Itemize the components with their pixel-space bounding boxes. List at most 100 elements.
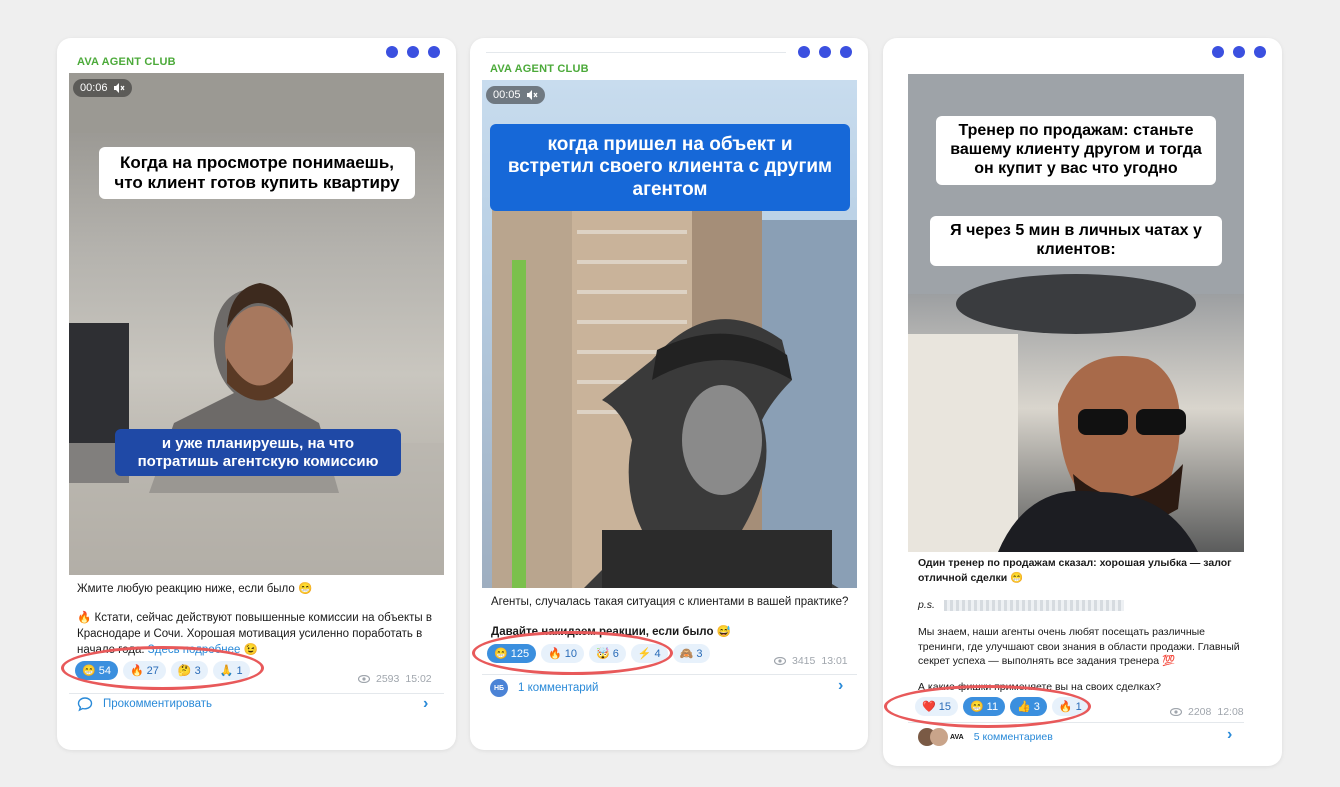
eye-icon <box>1170 708 1182 716</box>
reaction-emoji: ⚡ <box>637 648 652 660</box>
view-count: 2593 <box>376 673 400 685</box>
details-link[interactable]: Здесь подробнее <box>148 644 241 656</box>
channel-name: AVA AGENT CLUB <box>77 56 176 68</box>
video-caption-top: Когда на просмотре понимаешь, что клиент… <box>99 147 415 200</box>
mute-icon[interactable] <box>113 82 125 94</box>
video-time-label: 00:06 <box>80 82 108 94</box>
reaction-chip[interactable]: 😁 54 <box>75 661 118 680</box>
reaction-emoji: 🙈 <box>679 648 694 660</box>
post-time: 13:01 <box>821 655 848 667</box>
post-time: 12:08 <box>1217 706 1244 718</box>
reaction-count: 1 <box>1075 700 1082 713</box>
reaction-emoji: 🔥 <box>1058 701 1073 713</box>
divider <box>69 693 444 694</box>
reactions-bar: 😁 125 🔥 10 🤯 6 ⚡ 4 🙈 3 <box>487 644 710 663</box>
reaction-count: 3 <box>194 664 201 677</box>
reaction-emoji: 🔥 <box>548 648 562 660</box>
reaction-emoji: 🤯 <box>596 648 610 660</box>
video-timer: 00:05 <box>486 86 545 104</box>
window-dots <box>1212 46 1266 58</box>
avatar-stack: AVA <box>918 728 964 746</box>
reaction-emoji: 😁 <box>82 665 96 677</box>
video-preview[interactable]: Тренер по продажам: станьте вашему клиен… <box>908 74 1244 552</box>
reaction-emoji: ❤️ <box>922 701 936 713</box>
reaction-count: 125 <box>510 647 530 660</box>
footer-label: 1 комментарий <box>518 682 599 694</box>
post-text-line1: Жмите любую реакцию ниже, если было 😁 <box>77 583 313 595</box>
reactions-bar: ❤️ 15 😁 11 👍 3 🔥 1 <box>915 697 1089 716</box>
channel-name: AVA AGENT CLUB <box>490 63 589 75</box>
comments-link[interactable]: НБ 1 комментарий <box>490 679 598 697</box>
view-count: 2208 <box>1188 706 1212 718</box>
reaction-emoji: 🔥 <box>129 665 144 677</box>
reaction-chip[interactable]: 😁 125 <box>487 644 537 663</box>
post-card-2: AVA AGENT CLUB 00:05 когда пришел на объ… <box>470 38 868 750</box>
video-time-label: 00:05 <box>493 89 521 101</box>
eye-icon <box>774 657 786 665</box>
reactions-bar: 😁 54 🔥 27 🤔 3 🙏 1 <box>75 661 250 680</box>
footer-label: Прокомментировать <box>103 698 213 710</box>
video-preview[interactable]: 00:06 Когда на просмотре понимаешь, что … <box>69 73 444 575</box>
wink-emoji: 😉 <box>243 644 258 657</box>
reaction-chip[interactable]: 🙈 3 <box>672 644 710 663</box>
post-meta: 2593 15:02 <box>358 673 432 685</box>
video-caption-bottom: и уже планируешь, на что потратишь агент… <box>115 429 401 477</box>
window-dots <box>798 46 852 58</box>
post-meta: 3415 13:01 <box>774 655 848 667</box>
reaction-count: 3 <box>696 647 703 660</box>
reaction-emoji: 😁 <box>494 648 508 660</box>
reaction-count: 1 <box>236 664 243 677</box>
view-count: 3415 <box>792 655 816 667</box>
post-text-line1: Один тренер по продажам сказал: хорошая … <box>918 556 1248 585</box>
post-card-3: Тренер по продажам: станьте вашему клиен… <box>883 38 1282 766</box>
post-meta: 2208 12:08 <box>1170 706 1244 718</box>
avatar-label: AVA <box>950 733 964 741</box>
reaction-emoji: 🙏 <box>219 665 234 677</box>
mute-icon[interactable] <box>526 89 538 101</box>
window-dots <box>386 46 440 58</box>
post-text-body: Мы знаем, наши агенты очень любят посеща… <box>918 626 1240 668</box>
reaction-chip[interactable]: 🤯 6 <box>589 644 626 663</box>
reaction-chip[interactable]: ❤️ 15 <box>915 697 958 716</box>
post-bold-text: Один тренер по продажам сказал: хорошая … <box>918 557 1232 584</box>
reaction-chip[interactable]: 👍 3 <box>1010 697 1047 716</box>
chevron-right-icon[interactable]: › <box>1227 726 1232 744</box>
divider <box>908 722 1244 723</box>
comments-link[interactable]: AVA 5 комментариев <box>918 728 1053 746</box>
video-caption-mid: Я через 5 мин в личных чатах у клиентов: <box>930 216 1222 266</box>
reaction-count: 4 <box>654 647 661 660</box>
video-preview[interactable]: 00:05 когда пришел на объект и встретил … <box>482 80 857 588</box>
chevron-right-icon[interactable]: › <box>423 695 428 713</box>
video-timer: 00:06 <box>73 79 132 97</box>
reaction-chip[interactable]: ⚡ 4 <box>630 644 668 663</box>
reaction-chip[interactable]: 🔥 27 <box>122 661 166 680</box>
footer-label: 5 комментариев <box>973 731 1053 743</box>
ps-label: p.s. <box>918 599 935 611</box>
divider <box>482 674 857 675</box>
reaction-count: 11 <box>986 700 999 713</box>
post-ps: p.s. <box>918 598 1248 613</box>
reaction-chip[interactable]: 😁 11 <box>962 697 1006 716</box>
reaction-emoji: 👍 <box>1017 701 1031 713</box>
comment-button[interactable]: Прокомментировать <box>77 696 212 712</box>
post-text-body: 🔥 Кстати, сейчас действуют повышенные ко… <box>77 610 442 658</box>
reaction-chip[interactable]: 🙏 1 <box>212 661 250 680</box>
reaction-chip[interactable]: 🔥 10 <box>541 644 585 663</box>
reaction-emoji: 🤔 <box>177 665 192 677</box>
video-caption-top: когда пришел на объект и встретил своего… <box>490 124 850 212</box>
reaction-count: 54 <box>98 664 111 677</box>
avatar: НБ <box>490 679 508 697</box>
spoiler-text[interactable] <box>943 599 1124 611</box>
reaction-count: 6 <box>612 647 619 660</box>
reaction-count: 15 <box>938 700 951 713</box>
reaction-chip[interactable]: 🤔 3 <box>170 661 208 680</box>
reaction-chip[interactable]: 🔥 1 <box>1051 697 1089 716</box>
chevron-right-icon[interactable]: › <box>838 677 843 695</box>
reaction-emoji: 😁 <box>969 701 984 713</box>
reaction-count: 27 <box>146 664 159 677</box>
reaction-count: 10 <box>564 647 578 660</box>
post-text-line1: Агенты, случалась такая ситуация с клиен… <box>491 596 849 608</box>
comment-bubble-icon <box>77 697 93 712</box>
post-time: 15:02 <box>405 673 432 685</box>
post-text-line2: Давайте накидаем реакции, если было 😅 <box>491 624 856 640</box>
